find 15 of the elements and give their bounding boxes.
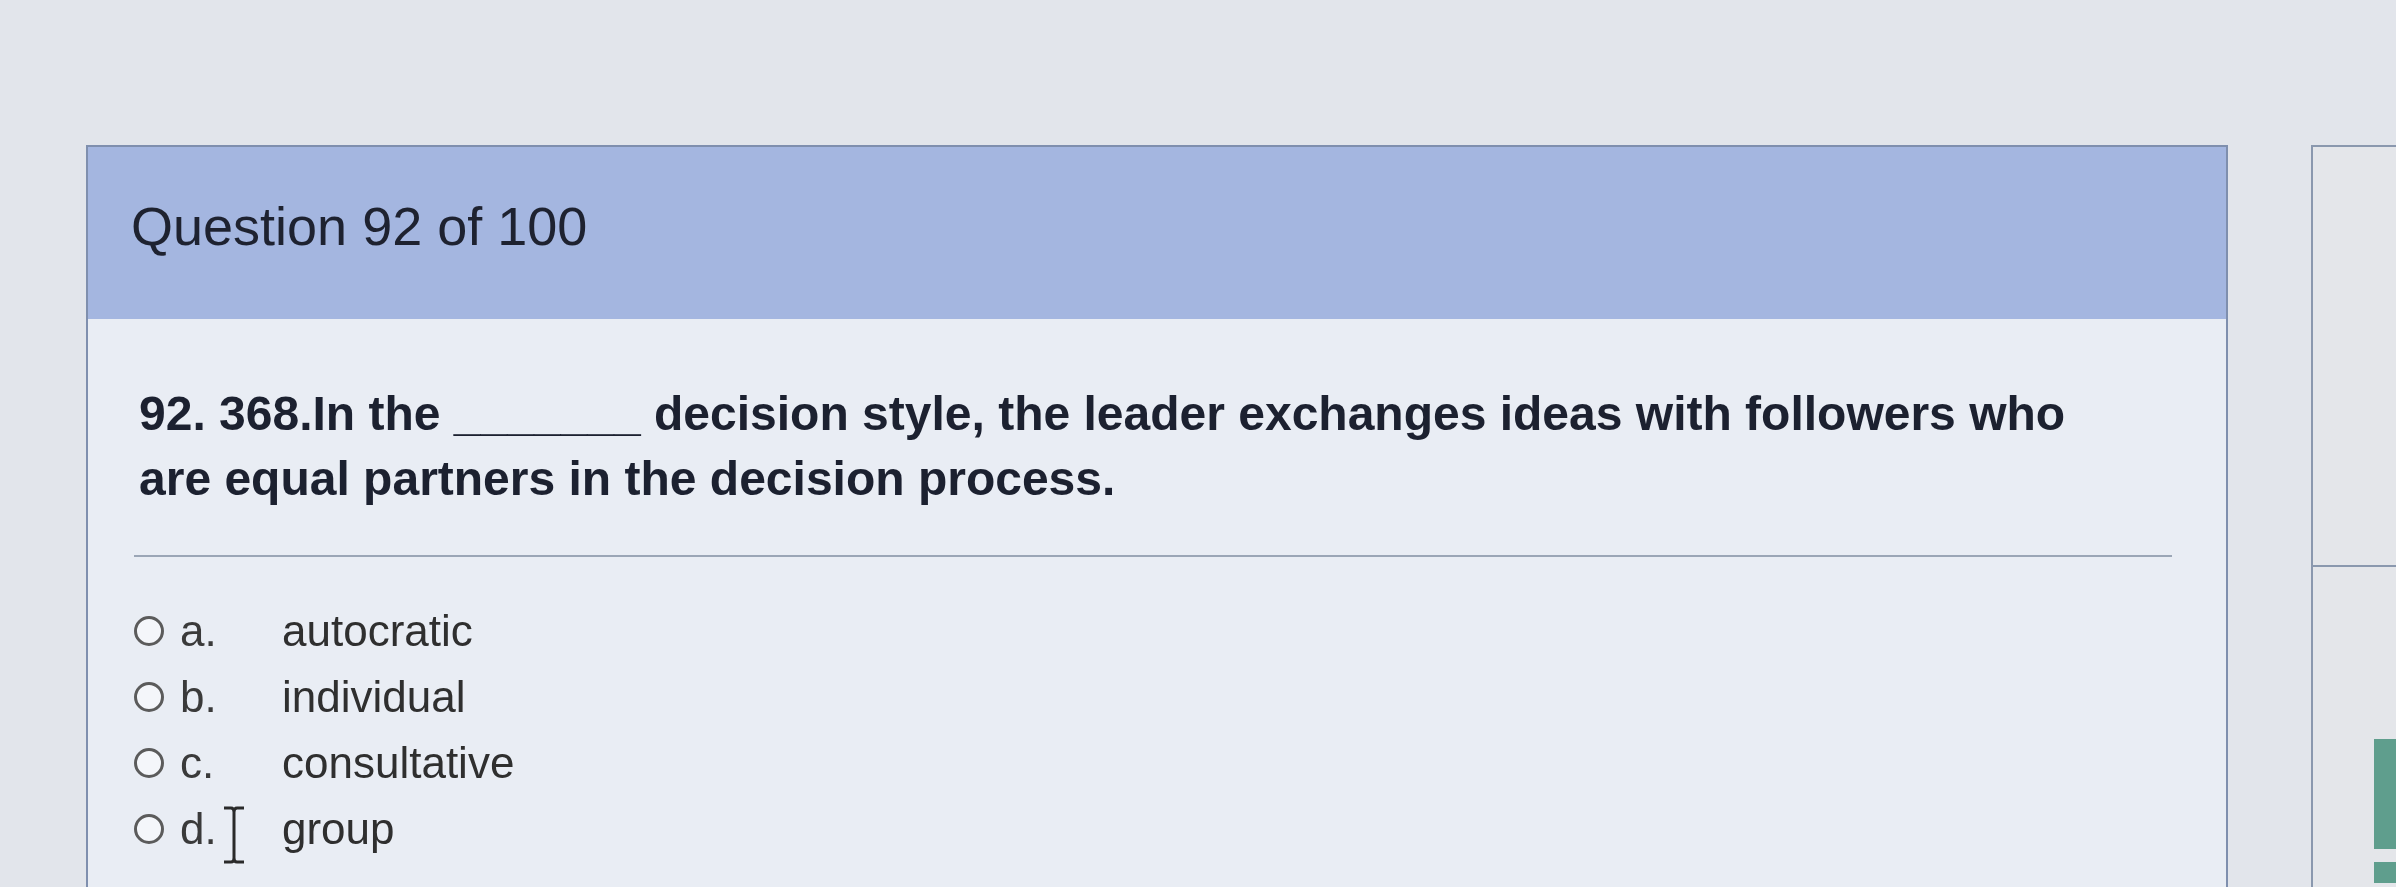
side-marker: [2374, 862, 2396, 883]
option-letter: a.: [180, 605, 218, 657]
option-letter: c.: [180, 737, 216, 789]
option-label: group: [282, 803, 395, 855]
radio-button[interactable]: [134, 748, 164, 778]
option-label: individual: [282, 671, 466, 723]
option-label: autocratic: [282, 605, 473, 657]
option-label: consultative: [282, 737, 515, 789]
radio-button[interactable]: [134, 814, 164, 844]
option-letter: b.: [180, 671, 218, 723]
radio-button[interactable]: [134, 682, 164, 712]
question-title: Question 92 of 100: [131, 195, 588, 258]
question-text: 92. 368.In the _______ decision style, the leader exchanges ideas with followers who are equal partners in the decision process.: [139, 386, 2067, 507]
option-letter: d.: [180, 803, 218, 855]
radio-button[interactable]: [134, 616, 164, 646]
